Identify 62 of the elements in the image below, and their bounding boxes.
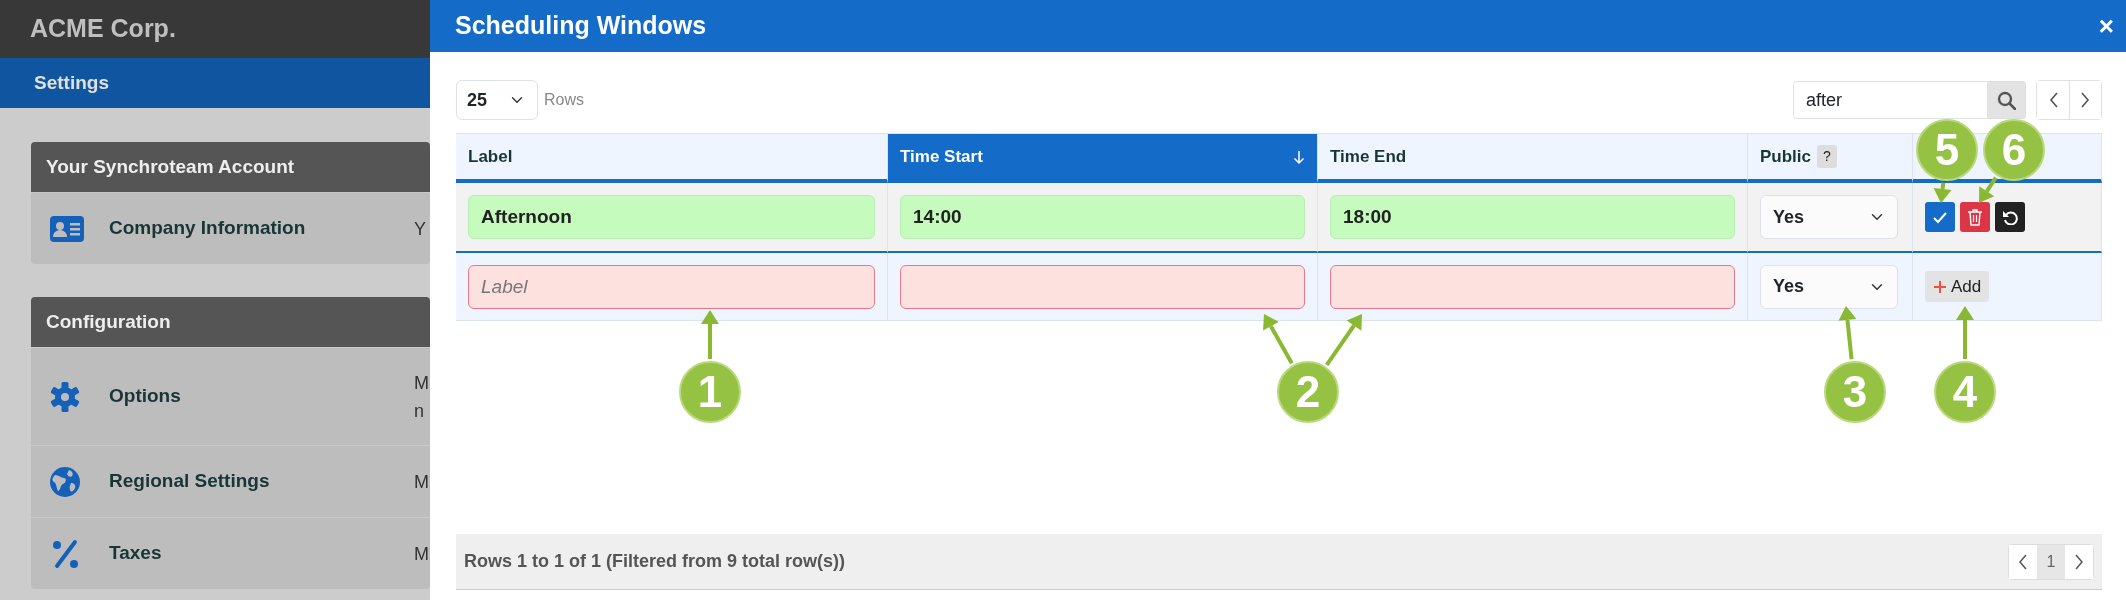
callout-badge: 1 [679, 361, 741, 423]
pointer-arrow [1979, 176, 1998, 203]
pointer-arrow [1325, 314, 1362, 366]
column-header[interactable]: Time End [1318, 133, 1748, 183]
item-label: Company Information [109, 216, 307, 241]
column-header[interactable]: Public ? [1748, 133, 1913, 183]
row-count-text: Rows 1 to 1 of 1 (Filtered from 9 total row(s)) [464, 550, 846, 573]
section-title: Settings [0, 58, 430, 108]
item-label: Taxes [109, 541, 163, 566]
sort-arrow-icon [1293, 149, 1305, 164]
pointer-arrow [1956, 306, 1974, 359]
item-description: M [414, 371, 429, 395]
callout-badge: 3 [1824, 361, 1886, 423]
public-select[interactable]: Yes [1760, 264, 1898, 309]
time-start-field[interactable]: 14:00 [900, 195, 1305, 239]
page-button[interactable]: 1 [2037, 544, 2065, 579]
card-title: Configuration [31, 297, 430, 347]
chevron-left-icon [2047, 91, 2059, 109]
pointer-arrow [1933, 182, 1952, 203]
callout-badge: 6 [1983, 119, 2045, 181]
add-button[interactable]: Add [1925, 270, 1990, 303]
column-header[interactable]: Time Start [888, 133, 1318, 183]
time-start-field[interactable] [900, 264, 1305, 309]
undo-icon [2002, 209, 2018, 225]
search-icon [1997, 90, 2016, 110]
item-label: Options [109, 384, 182, 409]
delete-button[interactable] [1960, 202, 1990, 232]
column-header[interactable]: Label [456, 133, 888, 183]
undo-button[interactable] [1995, 202, 2025, 232]
item-description: M [414, 542, 429, 566]
chevron-left-icon [2018, 553, 2028, 570]
callout-badge: 5 [1916, 119, 1978, 181]
label-field[interactable]: Label [468, 264, 875, 309]
trash-icon [1967, 208, 1983, 226]
search-button[interactable] [1988, 81, 2026, 119]
item-description: n [414, 399, 425, 423]
label-field[interactable]: Afternoon [468, 195, 875, 239]
close-button[interactable]: × [2098, 13, 2114, 39]
item-description: M [414, 470, 429, 494]
pointer-arrow [1838, 306, 1857, 360]
chevron-right-icon [2080, 91, 2091, 109]
item-description: Y [414, 217, 426, 241]
callout-badge: 4 [1934, 361, 1996, 423]
pointer-arrow [701, 310, 719, 359]
callout-badge: 2 [1277, 361, 1339, 423]
item-label: Regional Settings [109, 469, 271, 494]
card-title: Your Synchroteam Account [31, 142, 430, 192]
public-select[interactable]: Yes [1760, 195, 1898, 239]
chevron-right-icon [2074, 553, 2084, 570]
pointer-arrow [1263, 314, 1294, 365]
next-button[interactable] [2069, 81, 2101, 119]
search-field[interactable]: after [1793, 81, 1988, 119]
time-end-field[interactable] [1330, 264, 1735, 309]
page-size-select[interactable]: 25 [456, 80, 538, 120]
time-end-field[interactable]: 18:00 [1330, 195, 1735, 239]
help-badge[interactable]: ? [1817, 145, 1837, 168]
save-button[interactable] [1925, 202, 1955, 232]
rows-label: Rows [544, 90, 584, 110]
check-icon [1932, 210, 1948, 224]
modal-title: Scheduling Windows [455, 10, 707, 42]
brand-name[interactable]: ACME Corp. [0, 0, 430, 58]
plus-icon [1933, 279, 1947, 294]
